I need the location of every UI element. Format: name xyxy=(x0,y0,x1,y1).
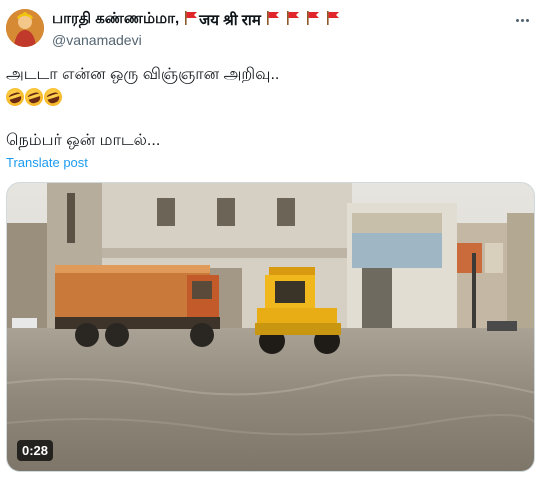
flag-icon xyxy=(185,10,198,29)
rofl-emoji-icon xyxy=(22,85,46,109)
profile-avatar[interactable] xyxy=(6,9,44,47)
tweet: பாரதி கண்ணம்மா, जय श्री राम @vanamadevi … xyxy=(0,0,542,477)
tweet-text-line: நெம்பர் ஒன் மாடல்... xyxy=(6,132,161,149)
video-player[interactable]: 0:28 xyxy=(6,182,535,472)
flag-icon xyxy=(266,10,279,29)
user-handle[interactable]: @vanamadevi xyxy=(52,32,502,48)
display-name-row[interactable]: பாரதி கண்ணம்மா, जय श्री राम xyxy=(52,10,502,29)
flag-icon xyxy=(306,10,319,29)
translate-post-link[interactable]: Translate post xyxy=(6,155,88,170)
emoji-row xyxy=(3,85,279,109)
flag-icon xyxy=(326,10,339,29)
display-name[interactable]: பாரதி கண்ணம்மா, xyxy=(52,10,179,29)
video-duration: 0:28 xyxy=(17,440,54,461)
tweet-text-line: அடடா என்ன ஒரு விஞ்ஞான அறிவு.. xyxy=(6,66,280,83)
more-options-icon[interactable] xyxy=(510,10,534,30)
rofl-emoji-icon xyxy=(3,85,27,109)
tweet-header: பாரதி கண்ணம்மா, जय श्री राम @vanamadevi xyxy=(52,10,502,48)
rofl-emoji-icon xyxy=(41,85,65,109)
tweet-text: அடடா என்ன ஒரு விஞ்ஞான அறிவு.. நெம்பர் ஒன… xyxy=(3,64,280,152)
display-name-tag: जय श्री राम xyxy=(199,11,261,29)
flag-icon xyxy=(286,10,299,29)
video-frame xyxy=(7,183,534,471)
